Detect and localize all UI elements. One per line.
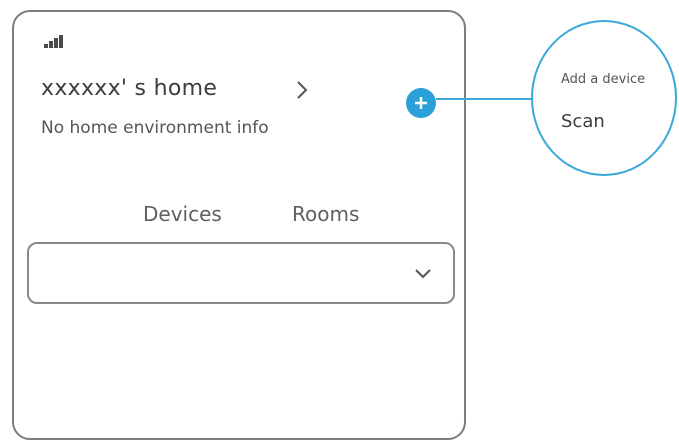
signal-bars-icon xyxy=(44,35,63,48)
tab-rooms[interactable]: Rooms xyxy=(292,202,359,226)
home-title[interactable]: xxxxxx' s home xyxy=(41,76,217,101)
callout-scan-option[interactable]: Scan xyxy=(561,111,605,132)
chevron-down-icon xyxy=(415,269,431,279)
callout-connector-line xyxy=(436,98,534,100)
chevron-right-icon[interactable] xyxy=(290,78,314,102)
add-device-callout: Add a device Scan xyxy=(531,20,677,176)
phone-frame: xxxxxx' s home No home environment info … xyxy=(12,10,466,440)
add-device-button[interactable] xyxy=(406,88,436,118)
plus-icon xyxy=(415,97,427,109)
home-environment-info: No home environment info xyxy=(41,118,269,138)
callout-add-device-label: Add a device xyxy=(561,72,646,87)
tab-devices[interactable]: Devices xyxy=(143,202,222,226)
room-dropdown[interactable] xyxy=(27,242,455,304)
